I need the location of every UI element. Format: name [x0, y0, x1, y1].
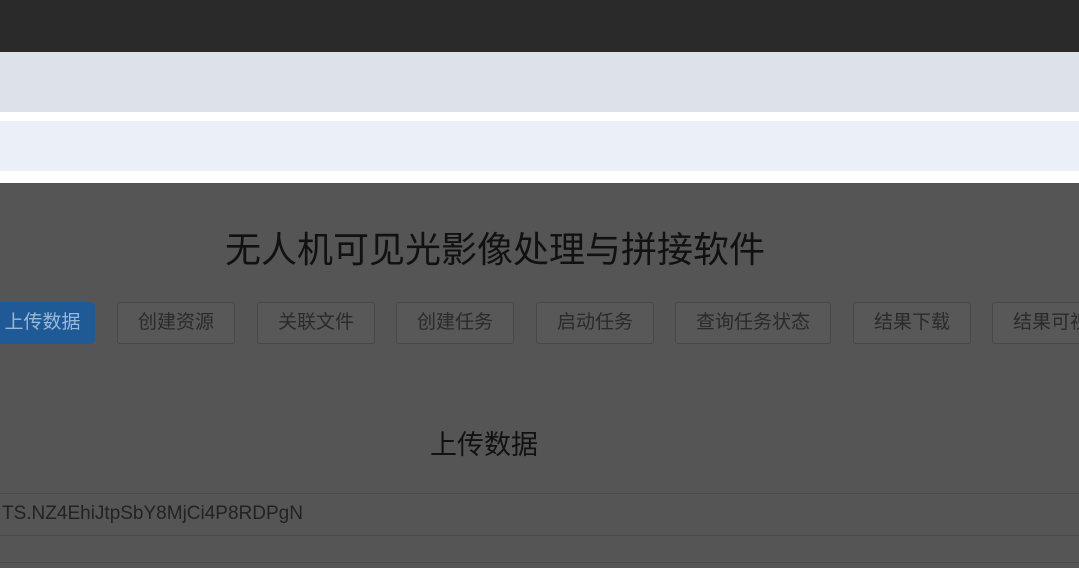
subheader-gap — [0, 171, 1079, 183]
nav-download-results-button[interactable]: 结果下载 — [853, 302, 971, 344]
page-title: 无人机可见光影像处理与拼接软件 — [224, 230, 765, 271]
browser-top-bar — [0, 0, 1079, 52]
step-nav: 上传数据 创建资源 关联文件 创建任务 启动任务 查询任务状态 结果下载 结果可… — [0, 302, 1079, 346]
nav-visualize-results-button[interactable]: 结果可视 — [992, 302, 1079, 344]
nav-link-files-button[interactable]: 关联文件 — [257, 302, 375, 344]
nav-query-status-button[interactable]: 查询任务状态 — [675, 302, 831, 344]
subheader-band — [0, 121, 1079, 171]
next-row — [0, 562, 1079, 568]
nav-start-task-button[interactable]: 启动任务 — [536, 302, 654, 344]
token-row: TS.NZ4EhiJtpSbY8MjCi4P8RDPgN — [0, 493, 1079, 536]
nav-upload-data-button[interactable]: 上传数据 — [0, 302, 95, 344]
main-panel: 无人机可见光影像处理与拼接软件 上传数据 创建资源 关联文件 创建任务 启动任务… — [0, 183, 1079, 568]
token-text: TS.NZ4EhiJtpSbY8MjCi4P8RDPgN — [2, 503, 303, 524]
section-title: 上传数据 — [430, 430, 538, 460]
nav-create-resource-button[interactable]: 创建资源 — [117, 302, 235, 344]
header-band — [0, 52, 1079, 112]
nav-create-task-button[interactable]: 创建任务 — [396, 302, 514, 344]
header-gap — [0, 112, 1079, 121]
